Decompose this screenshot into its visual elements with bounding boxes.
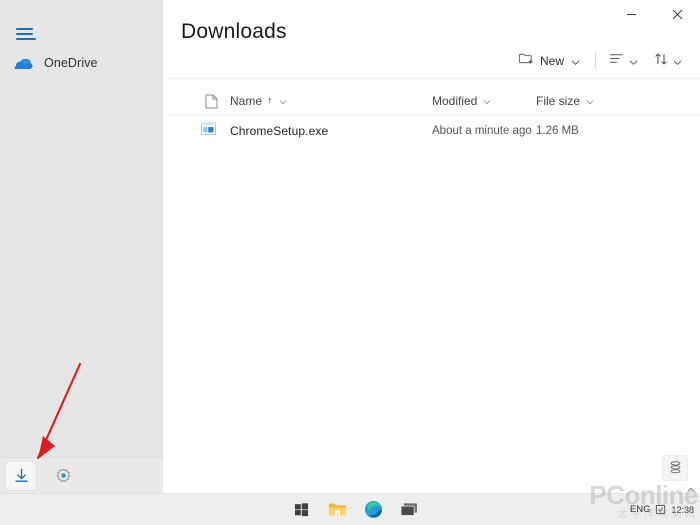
clock[interactable]: 12:38 — [671, 505, 694, 515]
close-button[interactable] — [654, 0, 700, 28]
column-header-modified[interactable]: Modified — [432, 94, 493, 108]
column-header-name-label: Name — [230, 94, 263, 108]
column-header-file-size-label: File size — [536, 94, 581, 108]
sidebar-item-onedrive[interactable]: OneDrive — [0, 50, 163, 76]
taskbar-apps — [288, 497, 422, 523]
column-header-modified-label: Modified — [432, 94, 478, 108]
toolbar-divider — [164, 78, 700, 79]
hamburger-menu-icon[interactable] — [12, 22, 40, 46]
file-explorer-button[interactable] — [324, 497, 350, 523]
new-folder-icon — [518, 51, 534, 71]
toolbar-separator — [595, 53, 596, 69]
chevron-down-icon — [628, 55, 640, 67]
content-pane: Downloads New Name ↑ Modified File size … — [164, 0, 700, 493]
page-title: Downloads — [181, 20, 287, 43]
storage-button[interactable] — [662, 455, 688, 481]
sidebar: OneDrive — [0, 0, 163, 493]
notification-icon[interactable] — [655, 504, 666, 515]
file-modified: About a minute ago — [432, 125, 532, 137]
clock-time: 12:38 — [671, 505, 694, 516]
chevron-down-icon — [278, 96, 289, 107]
start-button[interactable] — [288, 497, 314, 523]
column-header-file-size[interactable]: File size — [536, 94, 596, 108]
file-type-icon — [203, 93, 219, 109]
sort-arrows-icon — [654, 52, 668, 71]
task-view-button[interactable] — [396, 497, 422, 523]
folder-icon — [328, 503, 346, 516]
edge-button[interactable] — [360, 497, 386, 523]
file-name: ChromeSetup.exe — [230, 124, 329, 138]
chevron-down-icon — [570, 55, 582, 67]
view-options-button[interactable] — [605, 48, 644, 74]
gear-icon — [56, 468, 70, 483]
task-view-icon — [400, 503, 417, 516]
chevron-down-icon — [482, 96, 493, 107]
chevron-down-icon — [585, 96, 596, 107]
system-tray: ENG 12:38 — [630, 504, 694, 516]
sort-options-button[interactable] — [650, 48, 688, 74]
taskbar: ENG 12:38 — [0, 487, 700, 525]
sidebar-item-onedrive-label: OneDrive — [44, 56, 98, 70]
onedrive-cloud-icon — [13, 55, 35, 71]
view-list-icon — [609, 52, 624, 70]
red-pointer-arrow — [36, 362, 82, 460]
storage-stack-icon — [670, 461, 680, 474]
language-indicator[interactable]: ENG — [630, 504, 651, 516]
downloads-button[interactable] — [6, 461, 36, 490]
table-row[interactable]: ChromeSetup.exe About a minute ago 1.26 … — [164, 120, 700, 142]
content-toolbar: New — [515, 48, 688, 74]
header-divider — [164, 115, 700, 116]
window-controls — [590, 0, 700, 28]
windows-logo-icon — [294, 503, 308, 517]
app-window: OneDrive Downloads New Name ↑ Modified F… — [0, 0, 700, 525]
sidebar-bottom-bar — [0, 457, 163, 493]
chevron-up-icon[interactable] — [686, 482, 696, 492]
new-button[interactable]: New — [515, 48, 586, 74]
column-header-name[interactable]: Name ↑ — [230, 94, 289, 108]
download-arrow-icon — [14, 468, 28, 482]
settings-button[interactable] — [48, 462, 78, 490]
sort-ascending-icon: ↑ — [267, 95, 273, 107]
edge-browser-icon — [364, 500, 382, 519]
exe-app-icon — [201, 122, 219, 140]
new-button-label: New — [539, 54, 564, 68]
file-size: 1.26 MB — [536, 125, 579, 137]
chevron-down-icon — [672, 55, 684, 67]
column-headers: Name ↑ Modified File size — [164, 89, 700, 113]
minimize-button[interactable] — [608, 0, 654, 28]
